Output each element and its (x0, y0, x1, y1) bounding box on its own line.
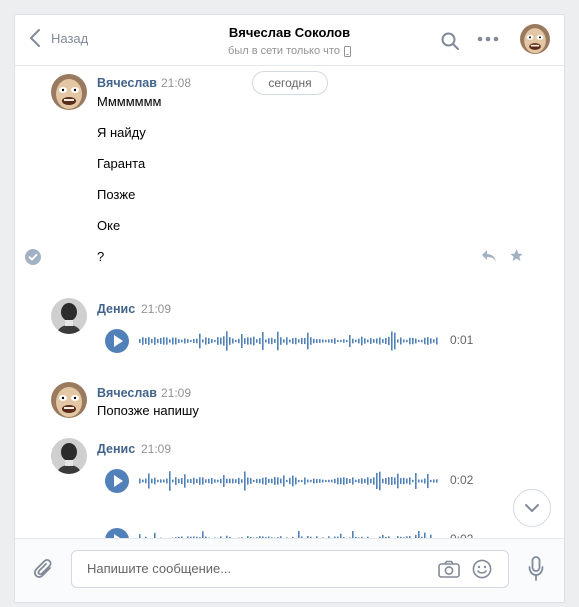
more-icon[interactable] (477, 35, 499, 43)
message-input-box[interactable] (71, 550, 509, 588)
online-status: был в сети только что (15, 45, 564, 57)
paperclip-icon[interactable] (33, 558, 55, 582)
message-text: Я найду (97, 125, 146, 140)
message-text: ? (97, 249, 105, 264)
chat-header: Назад Вячеслав Соколов был в сети только… (15, 15, 564, 66)
message-text: Гаранта (97, 156, 146, 171)
reply-icon[interactable] (481, 249, 497, 263)
message-author[interactable]: Вячеслав (97, 76, 157, 90)
waveform[interactable] (139, 330, 439, 352)
mobile-icon (343, 45, 351, 57)
message-text: Оке (97, 218, 121, 233)
message-input[interactable] (85, 560, 429, 577)
avatar[interactable] (51, 74, 87, 110)
avatar[interactable] (51, 382, 87, 418)
scroll-down-button[interactable] (513, 489, 551, 527)
message-time[interactable]: 21:08 (161, 76, 191, 90)
star-icon[interactable] (509, 248, 524, 263)
message-author[interactable]: Денис (97, 302, 135, 316)
voice-message: 0:01 (105, 329, 475, 355)
status-text: был в сети только что (228, 45, 340, 57)
play-button[interactable] (105, 469, 129, 493)
check-circle-icon[interactable] (25, 249, 41, 265)
header-avatar[interactable] (520, 24, 550, 54)
message-author[interactable]: Денис (97, 442, 135, 456)
smile-icon[interactable] (472, 559, 492, 579)
message-time[interactable]: 21:09 (141, 302, 171, 316)
composer (15, 538, 564, 602)
date-divider: сегодня (252, 71, 328, 95)
waveform[interactable] (139, 470, 439, 492)
avatar[interactable] (51, 298, 87, 334)
chat-window: Назад Вячеслав Соколов был в сети только… (14, 14, 565, 603)
message-author[interactable]: Вячеслав (97, 386, 157, 400)
message-text: Попозже напишу (97, 403, 199, 418)
camera-icon[interactable] (438, 560, 460, 578)
microphone-icon[interactable] (528, 556, 544, 582)
message-text: Позже (97, 187, 136, 202)
message-time[interactable]: 21:09 (161, 386, 191, 400)
message-text: Ммммммм (97, 94, 162, 109)
search-icon[interactable] (440, 31, 460, 51)
chevron-down-icon (525, 504, 539, 512)
voice-duration: 0:02 (450, 473, 474, 487)
avatar[interactable] (51, 438, 87, 474)
message-time[interactable]: 21:09 (141, 442, 171, 456)
play-button[interactable] (105, 329, 129, 353)
voice-duration: 0:01 (450, 333, 474, 347)
message-feed[interactable]: сегодня Вячеслав 21:08 Ммммммм Я найду Г… (15, 66, 564, 540)
voice-message: 0:02 (105, 469, 475, 495)
